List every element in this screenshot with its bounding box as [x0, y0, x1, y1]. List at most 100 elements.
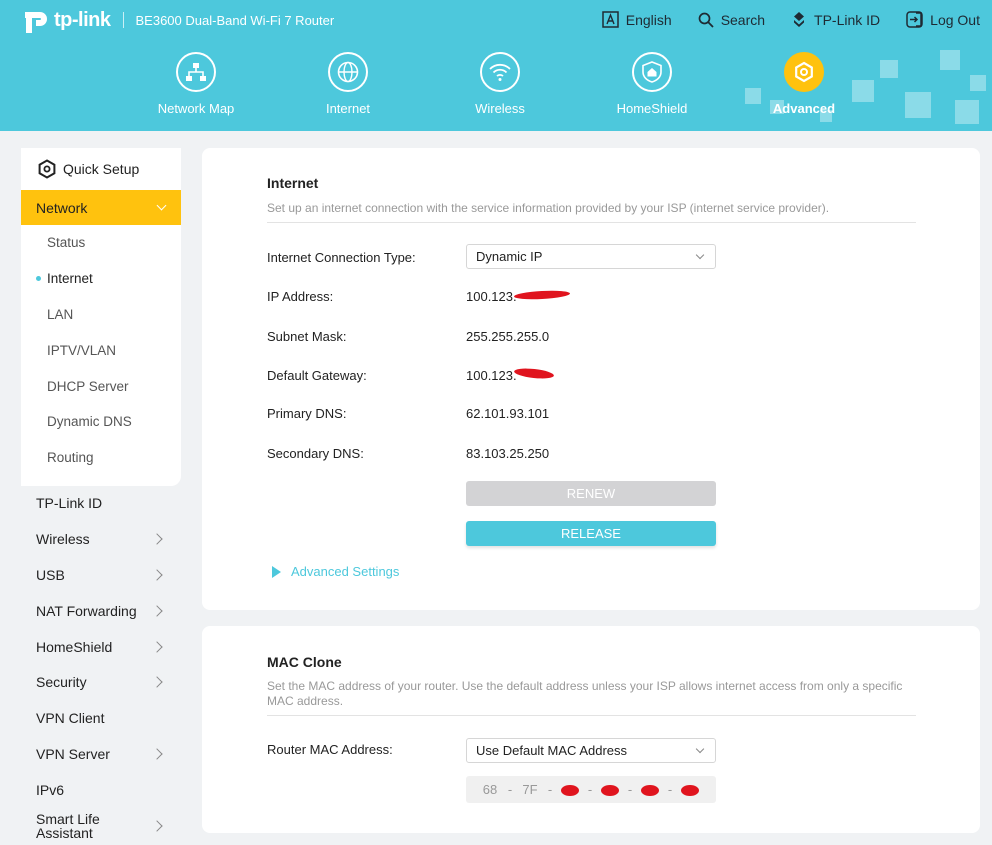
sidebar-item-ipv6[interactable]: IPv6: [21, 772, 181, 808]
sidebar-sub-label: IPTV/VLAN: [47, 342, 117, 358]
sidebar-sub-lan[interactable]: LAN: [21, 297, 181, 333]
chevron-right-icon: [151, 676, 163, 689]
nav-advanced[interactable]: Advanced: [749, 52, 859, 116]
secondary-dns-value: 83.103.25.250: [466, 446, 550, 461]
sidebar-sub-label: DHCP Server: [47, 378, 129, 394]
chevron-right-icon: [151, 819, 163, 832]
primary-dns-value: 62.101.93.101: [466, 406, 550, 421]
sidebar-sub-label: LAN: [47, 306, 74, 322]
sidebar-sub-routing[interactable]: Routing: [21, 440, 181, 476]
sidebar-sub-label: Status: [47, 235, 86, 251]
gear-icon: [38, 159, 56, 179]
sidebar-sub-label: Routing: [47, 450, 94, 466]
sidebar-item-label: NAT Forwarding: [36, 602, 137, 619]
subnet-mask-label: Subnet Mask:: [267, 329, 347, 344]
divider: [267, 222, 916, 223]
mac-segment-redacted: [638, 782, 662, 797]
nav-network-map[interactable]: Network Map: [141, 52, 251, 116]
nav-wireless[interactable]: Wireless: [445, 52, 555, 116]
sidebar-sub-dynamic-dns[interactable]: Dynamic DNS: [21, 404, 181, 440]
subnet-mask-value: 255.255.255.0: [466, 329, 550, 344]
connection-type-select[interactable]: Dynamic IP: [466, 244, 716, 269]
mac-segment-redacted: [678, 782, 702, 797]
sidebar-sub-dhcp-server[interactable]: DHCP Server: [21, 368, 181, 404]
chevron-down-icon: [695, 744, 705, 754]
header: tp-link BE3600 Dual-Band Wi-Fi 7 Router …: [0, 0, 992, 131]
internet-title: Internet: [267, 175, 319, 191]
search-link[interactable]: Search: [698, 11, 765, 28]
gear-icon: [795, 61, 813, 83]
globe-icon: [337, 61, 359, 83]
mac-separator: -: [547, 782, 553, 797]
sidebar-sub-internet[interactable]: Internet: [21, 261, 181, 297]
mac-segment-redacted: [598, 782, 622, 797]
divider: [267, 715, 916, 716]
language-icon: [602, 11, 619, 28]
tplink-id-icon: [794, 12, 805, 27]
nav-label: HomeShield: [616, 101, 688, 116]
search-label: Search: [720, 11, 766, 28]
sidebar-item-label: USB: [36, 567, 65, 584]
sidebar-item-vpn-server[interactable]: VPN Server: [21, 736, 181, 772]
primary-dns-label: Primary DNS:: [267, 406, 347, 421]
main-nav: Network Map Internet Wireless HomeShield…: [0, 52, 992, 122]
nav-label: Advanced: [772, 101, 836, 116]
chevron-right-icon: [151, 640, 163, 653]
router-mac-select[interactable]: Use Default MAC Address: [466, 738, 716, 763]
ip-address-value: 100.123.: [466, 289, 517, 304]
mac-segment: 68: [482, 782, 498, 797]
default-gateway-value: 100.123.: [466, 368, 517, 383]
renew-button[interactable]: RENEW: [466, 481, 716, 506]
release-button[interactable]: RELEASE: [466, 521, 716, 546]
sidebar-item-tplink-id[interactable]: TP-Link ID: [21, 486, 181, 522]
sidebar-item-label: Wireless: [36, 531, 90, 548]
brand-name: tp-link: [54, 8, 111, 31]
sidebar-item-homeshield[interactable]: HomeShield: [21, 629, 181, 665]
sidebar-item-nat-forwarding[interactable]: NAT Forwarding: [21, 593, 181, 629]
model-name: BE3600 Dual-Band Wi-Fi 7 Router: [135, 12, 335, 28]
tplink-logo-icon: [25, 12, 47, 33]
nav-label: Internet: [325, 101, 371, 116]
sidebar-item-label: VPN Server: [36, 746, 110, 763]
sidebar-sub-status[interactable]: Status: [21, 225, 181, 261]
homeshield-icon: [642, 61, 662, 83]
tplink-id-link[interactable]: TP-Link ID: [791, 11, 880, 28]
sidebar-network-submenu: Status Internet LAN IPTV/VLAN DHCP Serve…: [21, 225, 181, 486]
sidebar-item-vpn-client[interactable]: VPN Client: [21, 700, 181, 736]
sidebar-item-network[interactable]: Network: [21, 190, 181, 225]
sidebar-item-label: VPN Client: [36, 710, 105, 727]
sidebar-item-label: TP-Link ID: [36, 495, 103, 512]
triangle-right-icon: [272, 565, 281, 578]
chevron-right-icon: [151, 569, 163, 581]
language-link[interactable]: English: [602, 11, 672, 28]
mac-separator: -: [667, 782, 673, 797]
language-label: English: [625, 11, 672, 28]
nav-internet[interactable]: Internet: [293, 52, 403, 116]
sidebar-sub-label: Internet: [47, 271, 93, 287]
sidebar: Quick Setup Network Status Internet LAN …: [21, 148, 181, 844]
redaction-mark: [513, 289, 571, 301]
nav-homeshield[interactable]: HomeShield: [597, 52, 707, 116]
sidebar-item-label: Smart Life Assistant: [36, 810, 100, 841]
mac-separator: -: [587, 782, 593, 797]
mac-segment-redacted: [558, 782, 582, 797]
sidebar-item-usb[interactable]: USB: [21, 557, 181, 593]
advanced-settings-toggle[interactable]: Advanced Settings: [272, 564, 399, 579]
tplink-id-label: TP-Link ID: [814, 11, 881, 28]
sidebar-item-security[interactable]: Security: [21, 665, 181, 701]
internet-panel: Internet Set up an internet connection w…: [202, 148, 980, 610]
secondary-dns-label: Secondary DNS:: [267, 446, 364, 461]
internet-description: Set up an internet connection with the s…: [267, 201, 830, 215]
sidebar-item-smart-life-assistant[interactable]: Smart Life Assistant: [21, 808, 181, 844]
logout-link[interactable]: Log Out: [906, 11, 980, 28]
sidebar-item-quick-setup[interactable]: Quick Setup: [21, 148, 181, 190]
mac-clone-description: Set the MAC address of your router. Use …: [267, 679, 903, 708]
sidebar-item-label: IPv6: [36, 781, 65, 798]
chevron-down-icon: [695, 250, 705, 260]
connection-type-value: Dynamic IP: [476, 249, 543, 264]
mac-address-field: 68 - 7F - - - -: [466, 776, 716, 803]
top-links: English Search TP-Link ID Log Out: [602, 11, 980, 28]
wifi-icon: [489, 63, 511, 81]
sidebar-sub-iptv-vlan[interactable]: IPTV/VLAN: [21, 332, 181, 368]
sidebar-item-wireless[interactable]: Wireless: [21, 521, 181, 557]
